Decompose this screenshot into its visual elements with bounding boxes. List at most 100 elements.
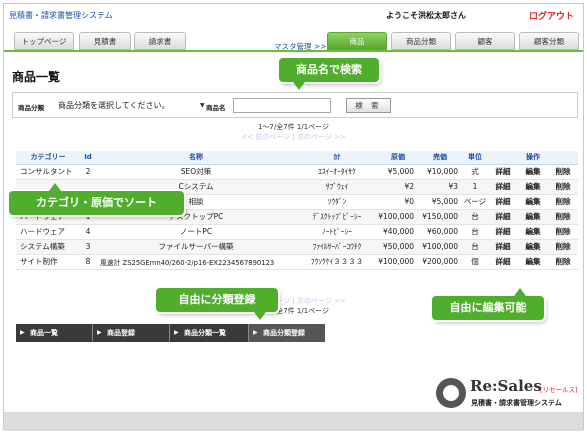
cell-price: ¥150,000 bbox=[418, 209, 462, 225]
header-id[interactable]: Id bbox=[80, 151, 96, 165]
delete-link[interactable]: 削除 bbox=[548, 224, 578, 240]
cell-category: コンサルタント bbox=[16, 164, 80, 180]
cell-name: ファイルサーバー構築 bbox=[96, 239, 296, 255]
edit-link[interactable]: 編集 bbox=[518, 164, 548, 180]
cell-price: ¥200,000 bbox=[418, 254, 462, 270]
tab-top-page[interactable]: トップページ bbox=[14, 32, 74, 50]
edit-link[interactable]: 編集 bbox=[518, 179, 548, 195]
search-form: 商品分類 商品分類を選択してください。 ▼ 商品名 検 索 bbox=[12, 92, 578, 118]
pager-links-top[interactable]: << 前のページ | 次のページ >> bbox=[4, 132, 583, 142]
tab-invoices[interactable]: 請求書 bbox=[134, 32, 186, 50]
dropdown-arrow-icon[interactable]: ▼ bbox=[200, 102, 205, 109]
welcome-message: ようこそ洪松太郎さん bbox=[386, 11, 466, 20]
product-name-label: 商品名 bbox=[206, 104, 226, 112]
detail-link[interactable]: 詳細 bbox=[488, 179, 518, 195]
master-management-label: マスタ管理 >> bbox=[274, 42, 327, 51]
tab-products[interactable]: 商品 bbox=[327, 32, 387, 50]
edit-link[interactable]: 編集 bbox=[518, 254, 548, 270]
cell-cost: ¥50,000 bbox=[378, 239, 418, 255]
table-row: システム構築 3 ファイルサーバー構築 ﾌｧｲﾙｻｰﾊﾞｰｺｳﾁｸ ¥50,00… bbox=[16, 239, 578, 255]
delete-link[interactable]: 削除 bbox=[548, 209, 578, 225]
tab-product-categories[interactable]: 商品分類 bbox=[391, 32, 451, 50]
detail-link[interactable]: 詳細 bbox=[488, 194, 518, 210]
callout-sort: カテゴリ・原価でソート bbox=[9, 183, 184, 215]
subnav-label: 商品分類登録 bbox=[263, 329, 305, 337]
cell-cost: ¥2 bbox=[378, 179, 418, 195]
header-unit[interactable]: 単位 bbox=[462, 151, 488, 165]
cell-category: ハードウェア bbox=[16, 224, 80, 240]
header-cost[interactable]: 原価 bbox=[378, 151, 418, 165]
pager-summary-top: 1～7/全7件 1/1ページ bbox=[257, 123, 330, 131]
subnav-label: 商品一覧 bbox=[30, 329, 58, 337]
subnav-label: 商品分類一覧 bbox=[184, 329, 226, 337]
header-price[interactable]: 売価 bbox=[418, 151, 462, 165]
cell-id: 2 bbox=[80, 164, 96, 180]
delete-link[interactable]: 削除 bbox=[548, 239, 578, 255]
edit-link[interactable]: 編集 bbox=[518, 239, 548, 255]
tab-estimates[interactable]: 見積書 bbox=[79, 32, 131, 50]
cell-price: ¥100,000 bbox=[418, 239, 462, 255]
callout-tail bbox=[514, 288, 526, 296]
table-row: サイト制作 8 風速計 ZS25GEmn40/260-2/p16-EX22345… bbox=[16, 254, 578, 270]
triangle-right-icon: ▶ bbox=[20, 329, 25, 336]
table-header-row: カテゴリー Id 名称 ｶﾅ 原価 売価 単位 操作 bbox=[16, 151, 578, 165]
cell-kana: ｴｽｲｰｵｰﾀｲｻｸ bbox=[296, 164, 378, 180]
subnav-category-list[interactable]: ▶ 商品分類一覧 bbox=[170, 324, 248, 342]
header-name[interactable]: 名称 bbox=[96, 151, 296, 165]
app-window: 見積書・請求書管理システム ようこそ洪松太郎さん ログアウト トップページ 見積… bbox=[3, 3, 584, 431]
product-name-input[interactable] bbox=[233, 98, 331, 113]
cell-kana: ﾃﾞｽｸﾄｯﾌﾟﾋﾟｰｼｰ bbox=[296, 209, 378, 225]
cell-price: ¥60,000 bbox=[418, 224, 462, 240]
delete-link[interactable]: 削除 bbox=[548, 164, 578, 180]
detail-link[interactable]: 詳細 bbox=[488, 224, 518, 240]
detail-link[interactable]: 詳細 bbox=[488, 254, 518, 270]
logout-link[interactable]: ログアウト bbox=[529, 9, 574, 22]
cell-price: ¥10,000 bbox=[418, 164, 462, 180]
table-row: コンサルタント 2 SEO対策 ｴｽｲｰｵｰﾀｲｻｸ ¥5,000 ¥10,00… bbox=[16, 164, 578, 180]
cell-cost: ¥100,000 bbox=[378, 209, 418, 225]
cell-id: 8 bbox=[80, 254, 96, 270]
detail-link[interactable]: 詳細 bbox=[488, 164, 518, 180]
cell-unit: 1 bbox=[462, 179, 488, 195]
triangle-right-icon: ▶ bbox=[97, 329, 102, 336]
table-row: ハードウェア 4 ノートPC ﾉｰﾄﾋﾟｰｼｰ ¥40,000 ¥60,000 … bbox=[16, 224, 578, 240]
brand-sub: [リセールス] bbox=[540, 386, 578, 394]
brand-tagline: 見積書・請求書管理システム bbox=[471, 399, 562, 407]
callout-search: 商品名で検索 bbox=[279, 58, 379, 90]
callout-search-text: 商品名で検索 bbox=[296, 63, 362, 76]
cell-id: 3 bbox=[80, 239, 96, 255]
header-kana[interactable]: ｶﾅ bbox=[296, 151, 378, 165]
sub-nav: ▶ 商品一覧 ▶ 商品登録 ▶ 商品分類一覧 ▶ 商品分類登録 bbox=[16, 324, 325, 342]
subnav-category-register[interactable]: ▶ 商品分類登録 bbox=[249, 324, 325, 342]
callout-register: 自由に分類登録 bbox=[156, 288, 278, 320]
tab-customer-categories[interactable]: 顧客分類 bbox=[519, 32, 579, 50]
edit-link[interactable]: 編集 bbox=[518, 209, 548, 225]
cell-category: システム構築 bbox=[16, 239, 80, 255]
cell-cost: ¥5,000 bbox=[378, 164, 418, 180]
cell-unit: 個 bbox=[462, 254, 488, 270]
delete-link[interactable]: 削除 bbox=[548, 179, 578, 195]
tab-customers[interactable]: 顧客 bbox=[455, 32, 515, 50]
subnav-product-register[interactable]: ▶ 商品登録 bbox=[93, 324, 169, 342]
app-title[interactable]: 見積書・請求書管理システム bbox=[9, 10, 113, 21]
edit-link[interactable]: 編集 bbox=[518, 194, 548, 210]
header-category[interactable]: カテゴリー bbox=[16, 151, 80, 165]
cell-name: ノートPC bbox=[96, 224, 296, 240]
cell-unit: ページ bbox=[462, 194, 488, 210]
delete-link[interactable]: 削除 bbox=[548, 254, 578, 270]
main-nav: トップページ 見積書 請求書 マスタ管理 >> 商品 商品分類 顧客 顧客分類 bbox=[4, 30, 583, 52]
cell-price: ¥3 bbox=[418, 179, 462, 195]
delete-link[interactable]: 削除 bbox=[548, 194, 578, 210]
detail-link[interactable]: 詳細 bbox=[488, 209, 518, 225]
search-button[interactable]: 検 索 bbox=[346, 98, 391, 113]
subnav-product-list[interactable]: ▶ 商品一覧 bbox=[16, 324, 92, 342]
detail-link[interactable]: 詳細 bbox=[488, 239, 518, 255]
brand-name: Re:Sales bbox=[470, 377, 542, 395]
cell-id: 4 bbox=[80, 224, 96, 240]
cell-kana: ｻﾌﾞｳｪｲ bbox=[296, 179, 378, 195]
category-select[interactable]: 商品分類を選択してください。 bbox=[58, 98, 208, 113]
cell-name: SEO対策 bbox=[96, 164, 296, 180]
page-title: 商品一覧 bbox=[12, 70, 61, 84]
edit-link[interactable]: 編集 bbox=[518, 224, 548, 240]
cell-cost: ¥0 bbox=[378, 194, 418, 210]
